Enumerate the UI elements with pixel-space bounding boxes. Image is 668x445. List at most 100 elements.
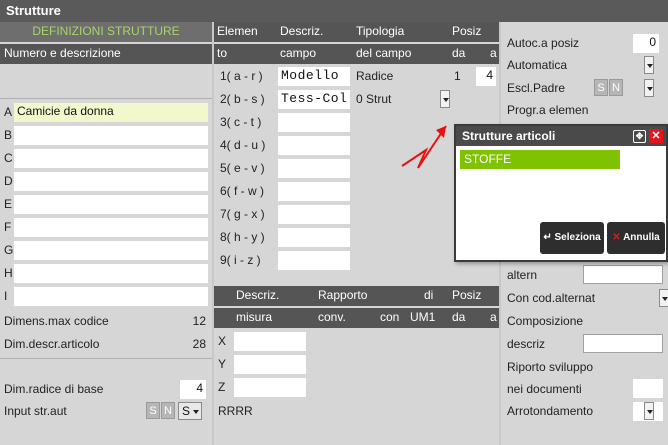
riporto-label: Riporto sviluppo	[507, 360, 594, 374]
altern-field[interactable]	[583, 265, 663, 284]
col-m-descriz: Descriz.	[236, 288, 280, 302]
popup-list-item[interactable]: STOFFE	[460, 150, 620, 169]
close-x-icon: ✕	[612, 232, 621, 243]
automatica-dropdown[interactable]	[644, 56, 654, 74]
automatica-label: Automatica	[507, 58, 568, 72]
concod-dropdown[interactable]	[659, 289, 668, 307]
element-descr-field[interactable]	[278, 159, 350, 178]
col-m-a: a	[490, 310, 497, 324]
row-letter: B	[4, 128, 13, 142]
element-code: 3( c - t )	[220, 115, 262, 129]
move-icon[interactable]: ✥	[633, 130, 646, 143]
escl-s-button[interactable]: S	[594, 79, 608, 96]
element-code: 1( a - r )	[220, 69, 263, 83]
col-elemen: Elemen	[217, 24, 258, 38]
misura-header-2: misura conv. con UM1 da a	[214, 308, 499, 328]
misura-header-1: Descriz. Rapporto di Posiz	[214, 286, 499, 306]
structure-name-field[interactable]	[14, 241, 208, 260]
popup-list: STOFFE	[460, 150, 620, 169]
dimens-value: 12	[192, 314, 206, 328]
element-descr-field[interactable]	[278, 228, 350, 247]
neidoc-field[interactable]	[633, 379, 663, 398]
element-descr-field[interactable]: Tess-Col	[278, 90, 350, 109]
structure-name-field[interactable]	[14, 126, 208, 145]
definizioni-header: DEFINIZIONI STRUTTURE	[0, 22, 212, 42]
seleziona-button[interactable]: ↵ Seleziona	[540, 222, 604, 254]
element-code: 5( e - v )	[220, 161, 265, 175]
element-code: 6( f - w )	[220, 184, 264, 198]
progr-label: Progr.a elemen	[507, 103, 589, 117]
element-code: 2( b - s )	[220, 92, 265, 106]
input-str-value: S	[182, 404, 191, 418]
element-a-field[interactable]: 4	[476, 67, 496, 86]
element-tipo: Radice	[356, 69, 394, 83]
element-descr-field[interactable]	[278, 205, 350, 224]
structure-name-field[interactable]	[14, 195, 208, 214]
concod-label: Con cod.alternat	[507, 291, 596, 305]
descriz-field[interactable]	[583, 334, 663, 353]
close-icon[interactable]: ✕	[649, 129, 663, 143]
enter-icon: ↵	[543, 232, 552, 243]
numero-descrizione-header: Numero e descrizione	[0, 44, 212, 64]
col-um1: UM1	[410, 310, 436, 324]
arrot-dropdown[interactable]	[644, 402, 654, 420]
escl-n-button[interactable]: N	[609, 79, 623, 96]
col-misura: misura	[236, 310, 273, 324]
annulla-label: Annulla	[623, 232, 660, 243]
structure-name-field[interactable]	[14, 172, 208, 191]
structure-name-field[interactable]	[14, 218, 208, 237]
row-letter: C	[4, 151, 13, 165]
autoc-field[interactable]: 0	[633, 34, 659, 53]
annulla-button[interactable]: ✕ Annulla	[607, 222, 665, 254]
misura-field[interactable]	[234, 355, 306, 374]
misura-field[interactable]	[234, 378, 306, 397]
structure-name-field[interactable]	[14, 264, 208, 283]
element-code: 9( i - z )	[220, 253, 261, 267]
col-a: a	[490, 46, 497, 60]
row-letter: H	[4, 266, 13, 280]
col-del-campo: del campo	[356, 46, 412, 60]
col-conv: conv.	[318, 310, 346, 324]
neidoc-label: nei documenti	[507, 382, 582, 396]
row-letter: F	[4, 220, 12, 234]
dimradice-field[interactable]: 4	[180, 380, 206, 399]
row-letter: A	[4, 105, 13, 119]
element-code: 4( d - u )	[220, 138, 266, 152]
element-descr-field[interactable]	[278, 136, 350, 155]
dimdescr-value: 28	[192, 337, 206, 351]
descriz-label: descriz	[507, 337, 546, 351]
element-descr-field[interactable]	[278, 182, 350, 201]
input-str-label: Input str.aut	[4, 404, 67, 418]
input-n-button[interactable]: N	[161, 402, 175, 419]
chevron-down-icon	[193, 410, 199, 414]
composizione-label: Composizione	[507, 314, 584, 328]
element-code: 7( g - x )	[220, 207, 265, 221]
element-da: 1	[454, 69, 461, 83]
col-rapporto: Rapporto	[318, 288, 368, 302]
escl-padre-dropdown[interactable]	[644, 79, 654, 97]
input-str-select[interactable]: S	[178, 402, 202, 420]
divider	[0, 98, 212, 99]
element-descr-field[interactable]: Modello	[278, 67, 350, 86]
structure-name-field[interactable]: Camicie da donna	[14, 103, 208, 122]
seleziona-label: Seleziona	[554, 232, 601, 243]
divider	[0, 358, 212, 359]
left-panel: DEFINIZIONI STRUTTURE Numero e descrizio…	[0, 22, 212, 445]
element-code: 8( h - y )	[220, 230, 265, 244]
popup-titlebar: Strutture articoli ✥ ✕	[456, 126, 666, 146]
structure-name-field[interactable]	[14, 287, 208, 306]
strutture-articoli-popup: Strutture articoli ✥ ✕ STOFFE ↵ Selezion…	[454, 124, 668, 262]
element-tipo: 0 Strut	[356, 92, 392, 106]
dimradice-label: Dim.radice di base	[4, 382, 104, 396]
tipologia-dropdown[interactable]	[440, 90, 450, 108]
structure-name-field[interactable]	[14, 149, 208, 168]
row-letter: G	[4, 243, 14, 257]
col-m-posiz: Posiz	[452, 288, 482, 302]
element-descr-field[interactable]	[278, 251, 350, 270]
col-descriz: Descriz.	[280, 24, 324, 38]
input-s-button[interactable]: S	[146, 402, 160, 419]
arrot-label: Arrotondamento	[507, 404, 594, 418]
col-tipologia: Tipologia	[356, 24, 405, 38]
element-descr-field[interactable]	[278, 113, 350, 132]
misura-field[interactable]	[234, 332, 306, 351]
